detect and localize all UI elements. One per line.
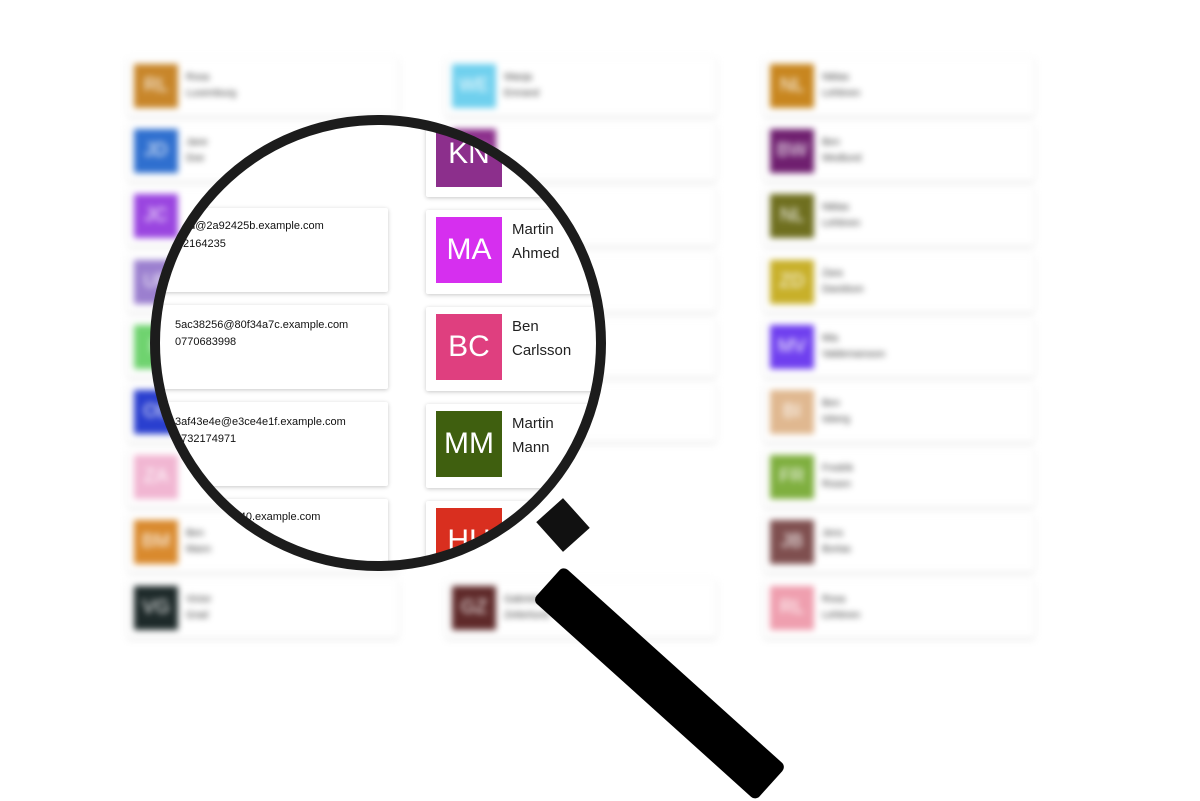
person-name: Zara Davidson — [822, 266, 864, 298]
person-first-name: Ben — [822, 398, 840, 409]
person-first-name: Jens — [822, 528, 844, 540]
person-last-name: Lehtinen — [822, 609, 861, 621]
magnifier-ring — [150, 115, 606, 571]
contact-card[interactable]: NL Niklas Lehtinen — [764, 58, 1034, 116]
contact-card[interactable]: BW Ben Wedlund — [764, 123, 1034, 182]
avatar: RL — [134, 64, 178, 108]
person-name: Rosa Luxemburg — [186, 70, 236, 102]
person-name: Rosa Lehtinen — [822, 592, 860, 624]
person-name: Niklas Lehtinen — [822, 200, 860, 232]
avatar: BI — [770, 390, 814, 434]
person-first-name: Niklas — [822, 72, 850, 83]
person-name: Fredrik Rosen — [822, 461, 853, 493]
person-name: Jens Bortas — [822, 526, 851, 558]
contact-card[interactable]: BI Ben Isberg — [764, 384, 1034, 442]
contact-card[interactable]: VG Victor Grad — [128, 579, 398, 638]
avatar: FR — [770, 455, 814, 500]
person-name: Wanja Emrand — [504, 70, 539, 102]
person-name: Ben Wedlund — [822, 135, 861, 167]
person-first-name: Victor — [186, 593, 212, 605]
avatar: BW — [770, 129, 814, 174]
avatar: MV — [770, 324, 814, 369]
contact-card[interactable]: RL Rosa Lehtinen — [764, 579, 1034, 638]
contact-card[interactable]: RL Rosa Luxemburg — [128, 58, 398, 116]
person-last-name: Lehtinen — [822, 218, 861, 230]
contact-card[interactable]: ZD Zara Davidson — [764, 253, 1034, 312]
avatar: NL — [770, 194, 814, 239]
avatar: ZD — [770, 259, 814, 304]
avatar: WE — [452, 64, 496, 108]
person-last-name: Valdemarsson — [822, 348, 886, 360]
avatar: GZ — [452, 585, 496, 630]
person-first-name: Ben — [822, 137, 840, 149]
person-last-name: Isberg — [822, 414, 850, 425]
person-first-name: Rosa — [186, 72, 210, 83]
person-first-name: Niklas — [822, 202, 850, 214]
person-name: Niklas Lehtinen — [822, 70, 860, 102]
contact-card[interactable]: WE Wanja Emrand — [446, 58, 716, 116]
person-last-name: Grad — [186, 609, 209, 621]
person-last-name: Luxemburg — [186, 88, 237, 99]
person-name: Ben Isberg — [822, 396, 850, 428]
person-first-name: Wanja — [504, 72, 532, 83]
avatar: NL — [770, 64, 814, 108]
person-last-name: Zetterlund — [504, 609, 550, 621]
contact-card[interactable]: JB Jens Bortas — [764, 514, 1034, 573]
person-name: Victor Grad — [186, 592, 211, 624]
person-first-name: Fredrik — [822, 463, 854, 475]
person-last-name: Emrand — [504, 88, 540, 99]
person-last-name: Rosen — [822, 479, 851, 491]
person-first-name: Zara — [822, 267, 843, 279]
contact-card[interactable]: NL Niklas Lehtinen — [764, 188, 1034, 247]
contact-card[interactable]: MV Mia Valdemarsson — [764, 318, 1034, 377]
person-name: Mia Valdemarsson — [822, 331, 885, 363]
avatar: RL — [770, 585, 814, 630]
person-last-name: Bortas — [822, 544, 851, 556]
avatar: JB — [770, 520, 814, 565]
contact-card[interactable]: FR Fredrik Rosen — [764, 449, 1034, 508]
person-last-name: Wedlund — [822, 153, 862, 165]
person-first-name: Mia — [822, 332, 839, 344]
person-last-name: Lehtinen — [822, 88, 861, 99]
person-first-name: Rosa — [822, 593, 846, 605]
person-last-name: Davidson — [822, 283, 864, 295]
avatar: VG — [134, 585, 178, 630]
